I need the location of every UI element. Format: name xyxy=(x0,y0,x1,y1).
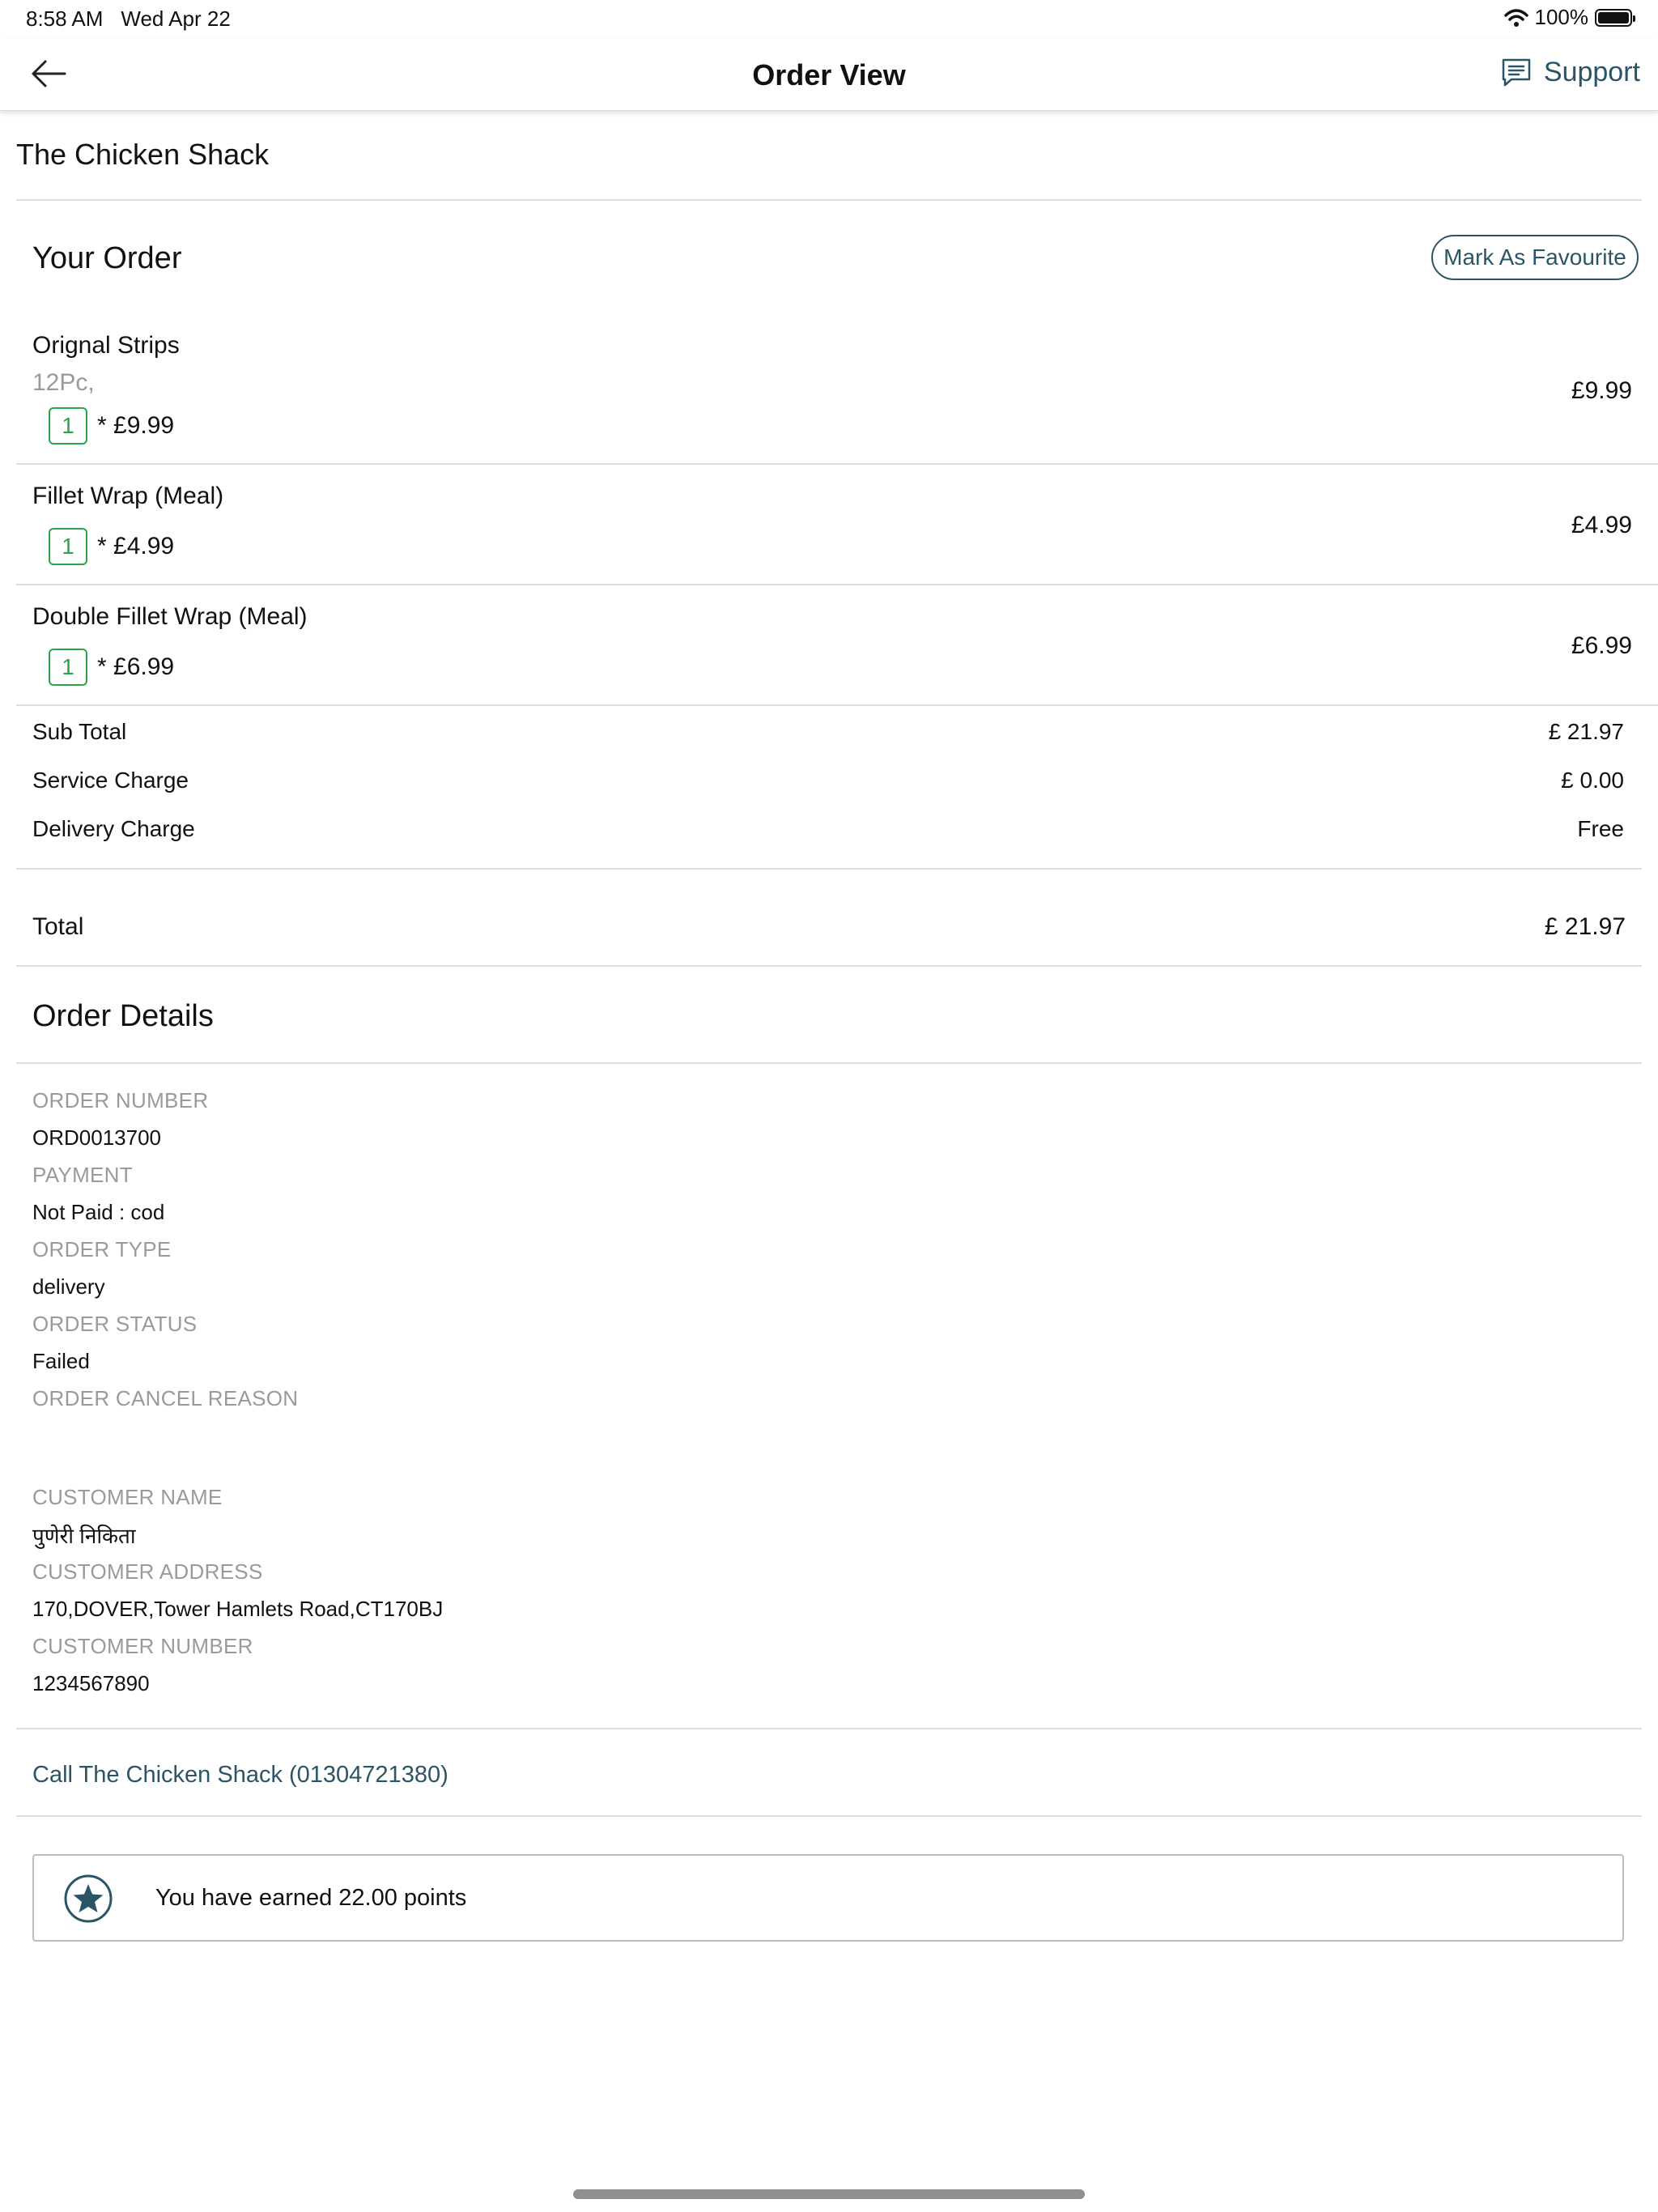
divider xyxy=(16,1728,1642,1729)
customer-name-label: CUSTOMER NAME xyxy=(32,1485,223,1509)
customer-address-value: 170,DOVER,Tower Hamlets Road,CT170BJ xyxy=(32,1597,444,1621)
item-total: £4.99 xyxy=(1571,512,1632,538)
page-title: Order View xyxy=(752,58,906,91)
quantity-badge: 1 xyxy=(49,407,87,445)
total-value: £ 21.97 xyxy=(1544,913,1626,940)
points-banner: You have earned 22.00 points xyxy=(32,1854,1624,1942)
points-text: You have earned 22.00 points xyxy=(155,1885,467,1911)
divider xyxy=(16,868,1642,870)
status-date: Wed Apr 22 xyxy=(121,6,231,31)
cancel-reason-label: ORDER CANCEL REASON xyxy=(32,1386,299,1410)
quantity-badge: 1 xyxy=(49,649,87,686)
customer-address-label: CUSTOMER ADDRESS xyxy=(32,1559,263,1584)
order-status-value: Failed xyxy=(32,1349,90,1373)
wifi-icon xyxy=(1503,8,1528,27)
divider xyxy=(16,704,1658,706)
service-charge-label: Service Charge xyxy=(32,768,189,793)
call-restaurant-link[interactable]: Call The Chicken Shack (01304721380) xyxy=(32,1762,449,1789)
nav-bar: Order View Support xyxy=(0,39,1658,111)
divider xyxy=(16,1815,1642,1817)
star-icon xyxy=(64,1874,113,1923)
restaurant-name: The Chicken Shack xyxy=(16,138,270,171)
customer-number-value: 1234567890 xyxy=(32,1671,150,1695)
home-indicator[interactable] xyxy=(573,2189,1085,2199)
order-type-value: delivery xyxy=(32,1274,105,1299)
service-charge-value: £ 0.00 xyxy=(1561,768,1624,793)
order-number-label: ORDER NUMBER xyxy=(32,1088,209,1112)
item-option: 12Pc, xyxy=(32,369,95,396)
order-number-value: ORD0013700 xyxy=(32,1125,161,1150)
status-right: 100% xyxy=(1503,5,1635,30)
payment-value: Not Paid : cod xyxy=(32,1200,165,1224)
item-total: £6.99 xyxy=(1571,632,1632,659)
delivery-charge-value: Free xyxy=(1577,816,1624,841)
item-name: Double Fillet Wrap (Meal) xyxy=(32,603,308,630)
divider xyxy=(16,1062,1642,1064)
order-details-heading: Order Details xyxy=(32,999,214,1033)
your-order-heading: Your Order xyxy=(32,241,182,275)
divider xyxy=(16,199,1642,201)
support-label: Support xyxy=(1543,57,1640,87)
status-clock: 8:58 AM xyxy=(26,6,104,31)
divider xyxy=(16,584,1658,585)
subtotal-value: £ 21.97 xyxy=(1548,719,1624,744)
customer-number-label: CUSTOMER NUMBER xyxy=(32,1634,253,1658)
unit-price: * £4.99 xyxy=(97,533,175,559)
order-type-label: ORDER TYPE xyxy=(32,1237,172,1261)
status-time: 8:58 AM Wed Apr 22 xyxy=(26,6,231,32)
chat-icon xyxy=(1502,58,1531,86)
divider xyxy=(16,965,1642,967)
unit-price: * £6.99 xyxy=(97,653,175,680)
order-status-label: ORDER STATUS xyxy=(32,1312,198,1336)
delivery-charge-label: Delivery Charge xyxy=(32,816,195,841)
item-total: £9.99 xyxy=(1571,377,1632,404)
support-button[interactable]: Support xyxy=(1500,57,1640,88)
total-label: Total xyxy=(32,913,84,940)
customer-name-value: पुणेरी निकिता xyxy=(32,1524,136,1548)
quantity-badge: 1 xyxy=(49,528,87,565)
divider xyxy=(16,463,1658,465)
mark-favourite-button[interactable]: Mark As Favourite xyxy=(1431,235,1639,280)
subtotal-label: Sub Total xyxy=(32,719,127,744)
battery-icon xyxy=(1595,8,1635,27)
item-name: Orignal Strips xyxy=(32,332,180,359)
battery-percent: 100% xyxy=(1534,5,1589,29)
payment-label: PAYMENT xyxy=(32,1163,133,1187)
item-name: Fillet Wrap (Meal) xyxy=(32,483,224,509)
status-bar: 8:58 AM Wed Apr 22 100% xyxy=(0,0,1658,39)
unit-price: * £9.99 xyxy=(97,412,175,439)
